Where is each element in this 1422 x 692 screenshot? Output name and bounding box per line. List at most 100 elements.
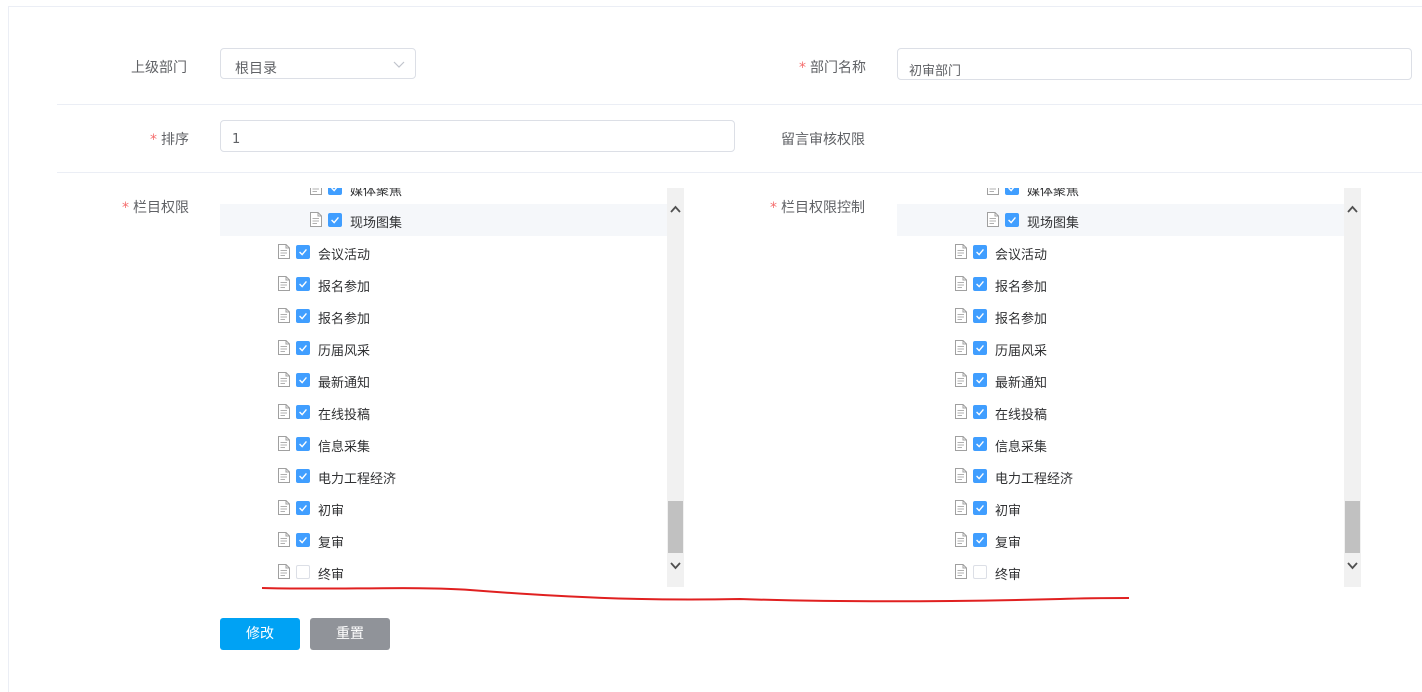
tree-node-checkbox[interactable]: [328, 213, 342, 227]
tree-node[interactable]: 信息采集: [897, 428, 1345, 460]
tree-node[interactable]: 现场图集: [220, 204, 668, 236]
tree-node[interactable]: 最新通知: [220, 364, 668, 396]
tree-node[interactable]: 会议活动: [897, 236, 1345, 268]
tree-node-checkbox[interactable]: [973, 277, 987, 291]
tree-node-label: 现场图集: [1027, 216, 1080, 231]
document-icon: [955, 564, 967, 579]
tree-node-label: 报名参加: [995, 280, 1048, 295]
parent-dept-label: 上级部门: [131, 60, 187, 76]
tree-node-checkbox[interactable]: [296, 277, 310, 291]
document-icon: [955, 436, 967, 451]
tree-node-checkbox[interactable]: [973, 501, 987, 515]
document-icon: [987, 212, 999, 227]
scrollbar-thumb[interactable]: [1345, 501, 1360, 553]
document-icon: [310, 212, 322, 227]
tree-node-checkbox[interactable]: [328, 188, 342, 195]
tree-node-checkbox[interactable]: [296, 469, 310, 483]
tree-node-label: 在线投稿: [318, 408, 371, 423]
tree-node-label: 终审: [995, 568, 1022, 583]
document-icon: [278, 372, 290, 387]
tree-node-checkbox[interactable]: [296, 501, 310, 515]
tree-node-checkbox[interactable]: [296, 373, 310, 387]
tree-node[interactable]: 初审: [220, 492, 668, 524]
reset-button[interactable]: 重置: [310, 618, 390, 650]
tree-node-label: 报名参加: [318, 312, 371, 327]
document-icon: [955, 276, 967, 291]
tree-node-checkbox[interactable]: [973, 437, 987, 451]
tree-node-checkbox[interactable]: [973, 533, 987, 547]
tree-node-checkbox[interactable]: [973, 309, 987, 323]
tree-node[interactable]: 信息采集: [220, 428, 668, 460]
tree-node[interactable]: 历届风采: [220, 332, 668, 364]
tree-node[interactable]: 历届风采: [897, 332, 1345, 364]
document-icon: [955, 500, 967, 515]
tree-node-label: 复审: [995, 536, 1022, 551]
tree-node-label: 电力工程经济: [995, 472, 1074, 487]
tree-node[interactable]: 报名参加: [897, 268, 1345, 300]
parent-dept-select[interactable]: 根目录: [220, 48, 416, 79]
submit-button[interactable]: 修改: [220, 618, 300, 650]
tree-node-label: 报名参加: [995, 312, 1048, 327]
tree-node-checkbox[interactable]: [973, 469, 987, 483]
tree-node[interactable]: 会议活动: [220, 236, 668, 268]
tree-node[interactable]: 复审: [220, 524, 668, 556]
tree-node-checkbox[interactable]: [1005, 213, 1019, 227]
tree-node-checkbox[interactable]: [296, 533, 310, 547]
tree-node[interactable]: 报名参加: [220, 300, 668, 332]
scroll-down-icon[interactable]: [1347, 560, 1358, 571]
tree-node-checkbox[interactable]: [973, 405, 987, 419]
column-permission-control-label: * 栏目权限控制: [770, 200, 865, 216]
document-icon: [955, 244, 967, 259]
document-icon: [278, 244, 290, 259]
tree-node-checkbox[interactable]: [973, 341, 987, 355]
tree-node[interactable]: 媒体聚焦: [897, 188, 1345, 204]
tree-node[interactable]: 终审: [897, 556, 1345, 587]
column-permission-control-scrollbar[interactable]: [1344, 188, 1361, 587]
tree-node[interactable]: 终审: [220, 556, 668, 587]
tree-node[interactable]: 在线投稿: [220, 396, 668, 428]
tree-node[interactable]: 现场图集: [897, 204, 1345, 236]
scroll-down-icon[interactable]: [670, 560, 681, 571]
document-icon: [955, 308, 967, 323]
document-icon: [278, 276, 290, 291]
column-permission-tree[interactable]: 媒体聚焦 现场图集 会议活动 报名参加 报名参加 历届风采 最新通知 在线投稿 信息采集 电力工程…: [220, 188, 668, 587]
tree-node-label: 信息采集: [995, 440, 1048, 455]
order-input[interactable]: 1: [220, 120, 735, 152]
scroll-up-icon[interactable]: [1347, 204, 1358, 215]
dept-name-input[interactable]: 初审部门: [897, 48, 1412, 80]
document-icon: [278, 308, 290, 323]
scroll-up-icon[interactable]: [670, 204, 681, 215]
column-permission-label: * 栏目权限: [122, 200, 189, 216]
document-icon: [278, 436, 290, 451]
tree-node-checkbox[interactable]: [973, 373, 987, 387]
dept-name-label: * 部门名称: [799, 60, 866, 76]
tree-node-checkbox[interactable]: [973, 245, 987, 259]
tree-node[interactable]: 电力工程经济: [220, 460, 668, 492]
tree-node[interactable]: 媒体聚焦: [220, 188, 668, 204]
tree-node[interactable]: 报名参加: [220, 268, 668, 300]
tree-node-checkbox[interactable]: [296, 341, 310, 355]
scrollbar-thumb[interactable]: [668, 501, 683, 553]
tree-node[interactable]: 在线投稿: [897, 396, 1345, 428]
document-icon: [278, 404, 290, 419]
tree-node-checkbox[interactable]: [296, 437, 310, 451]
tree-node-label: 初审: [995, 504, 1022, 519]
column-permission-scrollbar[interactable]: [667, 188, 684, 587]
tree-node-checkbox[interactable]: [296, 309, 310, 323]
tree-node[interactable]: 最新通知: [897, 364, 1345, 396]
tree-node-label: 会议活动: [995, 248, 1048, 263]
tree-node-checkbox[interactable]: [296, 565, 310, 579]
tree-node-label: 现场图集: [350, 216, 403, 231]
tree-node-checkbox[interactable]: [296, 245, 310, 259]
tree-node[interactable]: 复审: [897, 524, 1345, 556]
tree-node-checkbox[interactable]: [296, 405, 310, 419]
tree-node[interactable]: 初审: [897, 492, 1345, 524]
tree-node[interactable]: 报名参加: [897, 300, 1345, 332]
tree-node-checkbox[interactable]: [973, 565, 987, 579]
document-icon: [955, 468, 967, 483]
column-permission-control-tree[interactable]: 媒体聚焦 现场图集 会议活动 报名参加 报名参加 历届风采 最新通知 在线投稿 信息采集 电力工程…: [897, 188, 1345, 587]
tree-node[interactable]: 电力工程经济: [897, 460, 1345, 492]
review-permission-label: 留言审核权限: [781, 132, 865, 148]
document-icon: [987, 188, 999, 195]
tree-node-checkbox[interactable]: [1005, 188, 1019, 195]
